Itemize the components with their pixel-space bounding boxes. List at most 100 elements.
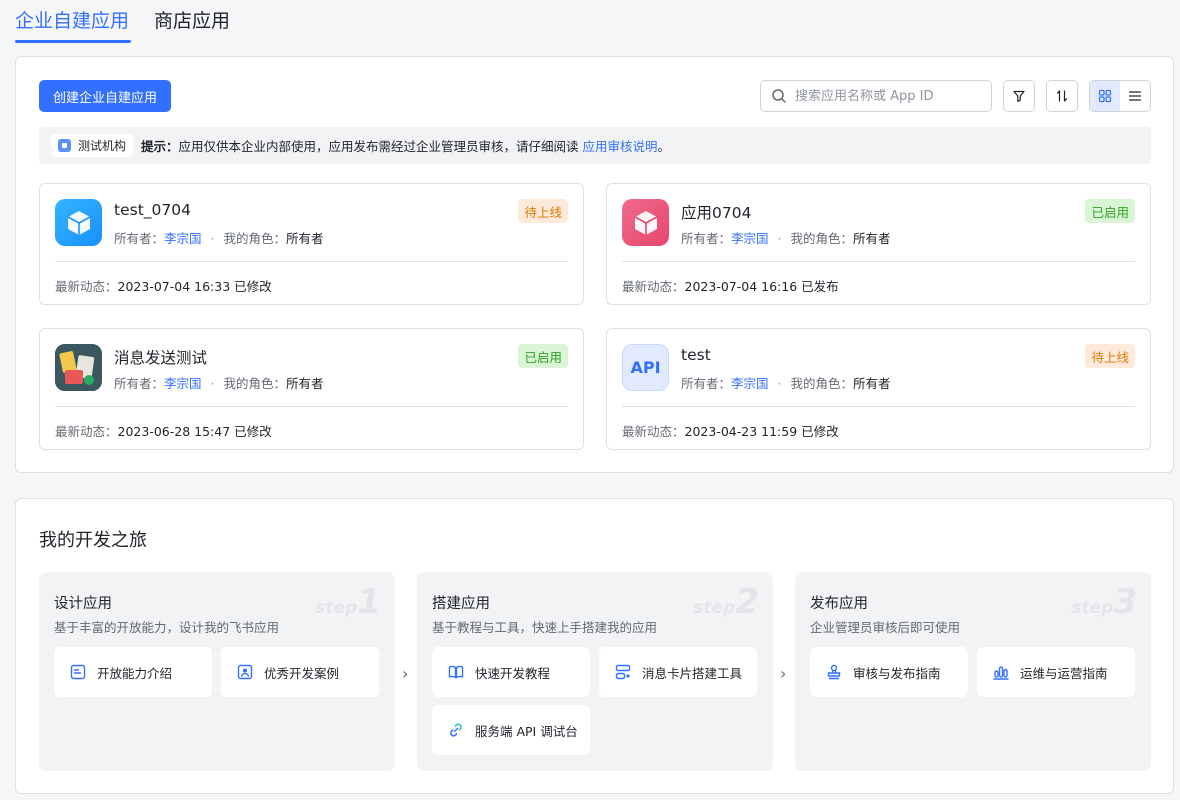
role-value: 所有者	[286, 231, 324, 246]
book-icon	[448, 665, 464, 679]
grid-view-button[interactable]	[1090, 81, 1120, 111]
step-watermark: step3	[1071, 582, 1137, 622]
tool-ops-guide[interactable]: 运维与运营指南	[977, 647, 1135, 697]
apps-panel: 创建企业自建应用 测试机构 提示：应用仅供本企业内部使用，应用发布需经过企业管理…	[15, 56, 1174, 473]
owner-link[interactable]: 李宗国	[164, 231, 202, 246]
step-design: 设计应用 基于丰富的开放能力，设计我的飞书应用 step1 开放能力介绍 优秀开…	[39, 572, 395, 771]
owner-link[interactable]: 李宗国	[731, 376, 769, 391]
stamp-icon	[827, 664, 841, 680]
app-card[interactable]: 消息发送测试 已启用 所有者：李宗国 · 我的角色：所有者 最新动态：2023-06…	[39, 328, 584, 450]
step-title: 搭建应用	[432, 596, 490, 612]
tab-enterprise-apps[interactable]: 企业自建应用	[15, 6, 129, 33]
sort-icon	[1056, 90, 1068, 102]
latest-value: 2023-06-28 15:47 已修改	[117, 424, 272, 439]
app-meta: 所有者：李宗国 · 我的角色：所有者	[114, 228, 324, 247]
create-app-button[interactable]: 创建企业自建应用	[39, 80, 171, 112]
active-tab-indicator	[15, 40, 131, 43]
step-word: step	[1071, 598, 1114, 618]
review-guide-link[interactable]: 应用审核说明	[583, 139, 658, 154]
app-name[interactable]: test_0704	[114, 201, 191, 219]
chevron-right-icon: ›	[780, 664, 787, 683]
step-number: 1	[357, 582, 381, 622]
role-label: 我的角色：	[790, 231, 854, 246]
app-meta: 所有者：李宗国 · 我的角色：所有者	[681, 228, 891, 247]
tool-card-builder[interactable]: 消息卡片搭建工具	[599, 647, 757, 697]
card-divider	[622, 261, 1135, 262]
tool-label: 运维与运营指南	[1020, 665, 1108, 681]
owner-link[interactable]: 李宗国	[164, 376, 202, 391]
api-icon-text: API	[630, 358, 661, 377]
sort-button[interactable]	[1046, 80, 1078, 112]
role-label: 我的角色：	[790, 376, 854, 391]
notice-bar: 测试机构 提示：应用仅供本企业内部使用，应用发布需经过企业管理员审核，请仔细阅读…	[39, 127, 1151, 164]
tool-quick-tutorial[interactable]: 快速开发教程	[432, 647, 590, 697]
tool-label: 开放能力介绍	[97, 665, 173, 681]
latest-activity: 最新动态：2023-06-28 15:47 已修改	[55, 421, 272, 440]
search-input[interactable]	[795, 88, 985, 104]
step-watermark: step1	[315, 582, 381, 622]
org-icon	[58, 139, 71, 152]
role-value: 所有者	[853, 376, 891, 391]
app-name[interactable]: test	[681, 346, 711, 364]
search-icon	[772, 89, 786, 103]
step-word: step	[315, 598, 358, 618]
list-view-button[interactable]	[1120, 81, 1150, 111]
step-watermark: step2	[693, 582, 759, 622]
meta-separator: ·	[777, 231, 782, 246]
meta-separator: ·	[210, 376, 215, 391]
card-layout-icon	[615, 664, 631, 680]
tool-label: 审核与发布指南	[853, 665, 941, 681]
role-value: 所有者	[853, 231, 891, 246]
latest-value: 2023-07-04 16:16 已发布	[684, 279, 839, 294]
tool-api-console[interactable]: 服务端 API 调试台	[432, 705, 590, 755]
owner-label: 所有者：	[114, 231, 165, 246]
step-desc: 基于丰富的开放能力，设计我的飞书应用	[54, 620, 280, 635]
owner-label: 所有者：	[681, 231, 732, 246]
app-type-tabs: 企业自建应用 商店应用	[0, 0, 1180, 46]
latest-label: 最新动态：	[55, 279, 118, 294]
role-label: 我的角色：	[223, 231, 287, 246]
document-icon	[70, 664, 86, 680]
notice-text: 提示：应用仅供本企业内部使用，应用发布需经过企业管理员审核，请仔细阅读 应用审核…	[141, 136, 670, 155]
step-word: step	[693, 598, 736, 618]
owner-label: 所有者：	[681, 376, 732, 391]
owner-link[interactable]: 李宗国	[731, 231, 769, 246]
dev-journey-panel: 我的开发之旅 设计应用 基于丰富的开放能力，设计我的飞书应用 step1 开放能…	[15, 498, 1174, 794]
status-badge: 待上线	[1085, 344, 1135, 368]
tool-showcase[interactable]: 优秀开发案例	[221, 647, 379, 697]
step-number: 3	[1113, 582, 1137, 622]
bar-chart-icon	[993, 666, 1009, 680]
latest-activity: 最新动态：2023-07-04 16:33 已修改	[55, 276, 272, 295]
app-name[interactable]: 消息发送测试	[114, 346, 207, 368]
app-card[interactable]: test_0704 待上线 所有者：李宗国 · 我的角色：所有者 最新动态：2023…	[39, 183, 584, 305]
card-divider	[55, 261, 568, 262]
latest-label: 最新动态：	[622, 279, 685, 294]
latest-activity: 最新动态：2023-04-23 11:59 已修改	[622, 421, 839, 440]
search-box[interactable]	[760, 80, 992, 112]
app-name[interactable]: 应用0704	[681, 201, 751, 223]
app-meta: 所有者：李宗国 · 我的角色：所有者	[681, 373, 891, 392]
illustration-icon	[55, 344, 102, 391]
latest-label: 最新动态：	[622, 424, 685, 439]
tab-store-apps[interactable]: 商店应用	[154, 6, 230, 33]
tool-label: 优秀开发案例	[264, 665, 340, 681]
latest-value: 2023-07-04 16:33 已修改	[117, 279, 272, 294]
tool-open-capabilities[interactable]: 开放能力介绍	[54, 647, 212, 697]
status-badge: 已启用	[518, 344, 568, 368]
app-card[interactable]: API test 待上线 所有者：李宗国 · 我的角色：所有者 最新动态：2023-…	[606, 328, 1151, 450]
step-number: 2	[735, 582, 759, 622]
step-title: 发布应用	[810, 596, 868, 612]
card-divider	[55, 406, 568, 407]
api-icon: API	[622, 344, 669, 391]
tool-review-guide[interactable]: 审核与发布指南	[810, 647, 968, 697]
link-icon	[450, 723, 462, 737]
grid-icon	[1098, 89, 1112, 103]
journey-title: 我的开发之旅	[39, 530, 147, 551]
app-card[interactable]: 应用0704 已启用 所有者：李宗国 · 我的角色：所有者 最新动态：2023-07…	[606, 183, 1151, 305]
filter-button[interactable]	[1003, 80, 1035, 112]
profile-card-icon	[237, 664, 253, 680]
latest-value: 2023-04-23 11:59 已修改	[684, 424, 839, 439]
filter-icon	[1013, 90, 1025, 102]
notice-prefix: 提示：	[141, 139, 179, 154]
org-chip[interactable]: 测试机构	[51, 134, 134, 157]
